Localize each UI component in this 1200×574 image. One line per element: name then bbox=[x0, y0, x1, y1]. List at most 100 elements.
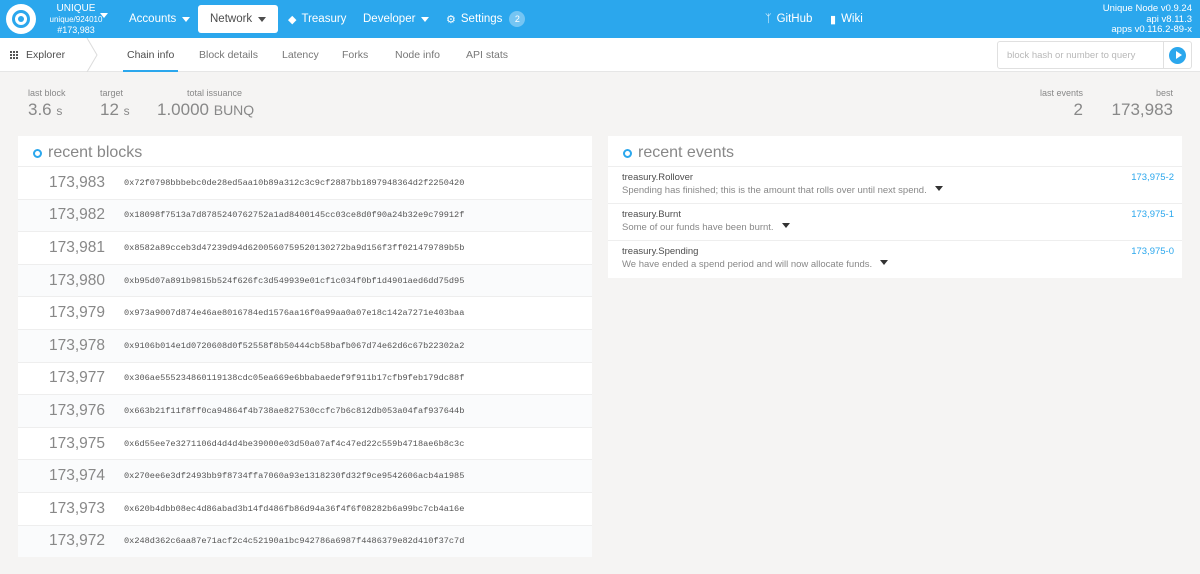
last-events-value: 2 bbox=[1073, 100, 1083, 119]
recent-events-title-text: recent events bbox=[638, 144, 735, 161]
block-number[interactable]: 173,972 bbox=[18, 532, 107, 550]
menu-accounts[interactable]: Accounts bbox=[129, 0, 191, 38]
block-number[interactable]: 173,979 bbox=[18, 304, 107, 322]
block-hash[interactable]: 0x9106b014e1d0720608d0f52558f8b50444cb58… bbox=[124, 341, 464, 351]
recent-blocks-title-text: recent blocks bbox=[48, 144, 143, 161]
menu-github[interactable]: ᛉ GitHub bbox=[765, 0, 812, 38]
recent-events-card: recent events treasury.Rollover Spending … bbox=[608, 136, 1182, 278]
top-bar: UNIQUE unique/924010 #173,983 Accounts N… bbox=[0, 0, 1200, 38]
block-row[interactable]: 173,974 0x270ee6e3df2493bb9f8734ffa7060a9… bbox=[18, 459, 592, 492]
event-description: Spending has finished; this is the amoun… bbox=[622, 185, 943, 196]
explorer-section[interactable]: Explorer bbox=[10, 38, 65, 72]
last-events-label: last events bbox=[1039, 88, 1083, 98]
summary-target: target 12 s bbox=[100, 88, 130, 120]
tab-block-details[interactable]: Block details bbox=[199, 38, 258, 72]
block-hash[interactable]: 0x6d55ee7e3271106d4d4d4be39000e03d50a07a… bbox=[124, 439, 464, 449]
expand-caret-icon[interactable] bbox=[781, 223, 790, 228]
menu-settings-label: Settings bbox=[460, 13, 503, 25]
chain-block-number: #173,983 bbox=[57, 25, 95, 35]
recent-blocks-card: recent blocks 173,983 0x72f0798bbbebc0de2… bbox=[18, 136, 592, 558]
block-row[interactable]: 173,973 0x620b4dbb08ec4d86abad3b14fd486fb… bbox=[18, 492, 592, 525]
tab-forks[interactable]: Forks bbox=[342, 38, 368, 72]
block-number[interactable]: 173,976 bbox=[18, 402, 107, 420]
block-row[interactable]: 173,979 0x973a9007d874e46ae8016784ed1576a… bbox=[18, 296, 592, 329]
block-number[interactable]: 173,974 bbox=[18, 467, 107, 485]
gem-icon: ◆ bbox=[288, 13, 297, 26]
block-hash[interactable]: 0xb95d07a891b9815b524f626fc3d549939e01cf… bbox=[124, 276, 464, 286]
menu-network-label: Network bbox=[210, 13, 253, 25]
best-value: 173,983 bbox=[1111, 100, 1173, 119]
block-number[interactable]: 173,980 bbox=[18, 272, 107, 290]
block-row[interactable]: 173,981 0x8582a89cceb3d47239d94d620056075… bbox=[18, 231, 592, 264]
block-number[interactable]: 173,978 bbox=[18, 337, 107, 355]
event-row[interactable]: treasury.Burnt Some of our funds have bee… bbox=[608, 203, 1182, 240]
menu-network[interactable]: Network bbox=[198, 5, 279, 33]
block-hash[interactable]: 0x306ae555234860119138cdc05ea669e6bbabae… bbox=[124, 373, 464, 383]
menu-developer[interactable]: Developer bbox=[363, 0, 430, 38]
menu-treasury[interactable]: ◆ Treasury bbox=[288, 0, 346, 38]
tab-node-info[interactable]: Node info bbox=[395, 38, 440, 72]
block-hash[interactable]: 0x18098f7513a7d8785240762752a1ad8400145c… bbox=[124, 210, 464, 220]
block-number[interactable]: 173,981 bbox=[18, 239, 107, 257]
menu-github-label: GitHub bbox=[776, 13, 813, 25]
block-hash[interactable]: 0x620b4dbb08ec4d86abad3b14fd486fb86d94a3… bbox=[124, 504, 464, 514]
block-number[interactable]: 173,973 bbox=[18, 500, 107, 518]
block-row[interactable]: 173,980 0xb95d07a891b9815b524f626fc3d5499… bbox=[18, 263, 592, 297]
block-row[interactable]: 173,983 0x72f0798bbbebc0de28ed5aa10b89a31… bbox=[18, 166, 592, 199]
tab-chain-info[interactable]: Chain info bbox=[122, 38, 179, 72]
summary-last-events: last events 2 bbox=[1030, 88, 1083, 120]
chain-selector[interactable]: UNIQUE unique/924010 #173,983 bbox=[42, 3, 110, 36]
event-row[interactable]: treasury.Rollover Spending has finished; … bbox=[608, 166, 1182, 203]
explorer-label: Explorer bbox=[26, 49, 66, 61]
menu-wiki[interactable]: ▮ Wiki bbox=[830, 0, 863, 38]
expand-caret-icon[interactable] bbox=[880, 260, 889, 265]
block-hash[interactable]: 0x72f0798bbbebc0de28ed5aa10b89a312c3c9cf… bbox=[124, 178, 464, 188]
block-row[interactable]: 173,978 0x9106b014e1d0720608d0f52558f8b50… bbox=[18, 329, 592, 362]
last-block-value: 3.6 bbox=[28, 100, 52, 119]
block-number[interactable]: 173,982 bbox=[18, 206, 107, 224]
event-description-text: We have ended a spend period and will no… bbox=[622, 259, 873, 270]
menu-developer-label: Developer bbox=[363, 13, 416, 25]
play-icon bbox=[1169, 46, 1186, 64]
block-hash[interactable]: 0x8582a89cceb3d47239d94d6200560759520130… bbox=[124, 243, 464, 253]
tab-api-stats[interactable]: API stats bbox=[466, 38, 508, 72]
block-row[interactable]: 173,975 0x6d55ee7e3271106d4d4d4be39000e03… bbox=[18, 426, 592, 460]
bullet-icon bbox=[33, 148, 42, 158]
chevron-down-icon bbox=[421, 16, 430, 22]
block-row[interactable]: 173,977 0x306ae555234860119138cdc05ea669e… bbox=[18, 361, 592, 395]
event-row[interactable]: treasury.Spending We have ended a spend p… bbox=[608, 240, 1182, 277]
block-hash[interactable]: 0x973a9007d874e46ae8016784ed1576aa16f0a9… bbox=[124, 308, 464, 318]
search-go-button[interactable] bbox=[1164, 41, 1192, 69]
block-hash[interactable]: 0x663b21f11f8ff0ca94864f4b738ae827530ccf… bbox=[124, 406, 464, 416]
block-row[interactable]: 173,982 0x18098f7513a7d8785240762752a1ad8… bbox=[18, 198, 592, 232]
expand-caret-icon[interactable] bbox=[934, 186, 943, 191]
recent-blocks-title: recent blocks bbox=[33, 144, 142, 162]
cogs-icon: ⚙ bbox=[446, 13, 456, 26]
chain-chevron-down-icon[interactable] bbox=[100, 13, 108, 18]
block-row[interactable]: 173,972 0x248d362c6aa87e71acf2c4c52190a1b… bbox=[18, 524, 592, 558]
block-number[interactable]: 173,975 bbox=[18, 435, 107, 453]
menu-settings[interactable]: ⚙ Settings 2 bbox=[446, 0, 526, 38]
menu-wiki-label: Wiki bbox=[841, 13, 863, 25]
event-id-link[interactable]: 173,975-2 bbox=[1131, 172, 1174, 183]
block-number[interactable]: 173,983 bbox=[18, 174, 107, 192]
block-hash[interactable]: 0x270ee6e3df2493bb9f8734ffa7060a93e13182… bbox=[124, 471, 464, 481]
apps-version: apps v0.116.2-89-x bbox=[1111, 24, 1192, 35]
block-hash[interactable]: 0x248d362c6aa87e71acf2c4c52190a1bc942786… bbox=[124, 536, 464, 546]
last-block-label: last block bbox=[28, 88, 66, 98]
unique-logo-icon[interactable] bbox=[6, 4, 36, 34]
event-name: treasury.Rollover bbox=[622, 172, 694, 183]
book-icon: ▮ bbox=[830, 13, 837, 26]
code-branch-icon: ᛉ bbox=[765, 13, 772, 25]
chevron-down-icon bbox=[258, 16, 267, 22]
chevron-down-icon bbox=[182, 16, 191, 22]
event-description: Some of our funds have been burnt. bbox=[622, 222, 790, 233]
block-row[interactable]: 173,976 0x663b21f11f8ff0ca94864f4b738ae82… bbox=[18, 394, 592, 427]
last-block-unit: s bbox=[56, 104, 63, 118]
block-search-input[interactable] bbox=[997, 41, 1164, 69]
event-id-link[interactable]: 173,975-0 bbox=[1131, 246, 1174, 257]
event-id-link[interactable]: 173,975-1 bbox=[1131, 209, 1174, 220]
tab-latency[interactable]: Latency bbox=[282, 38, 319, 72]
block-number[interactable]: 173,977 bbox=[18, 369, 107, 387]
recent-events-title: recent events bbox=[623, 144, 734, 162]
